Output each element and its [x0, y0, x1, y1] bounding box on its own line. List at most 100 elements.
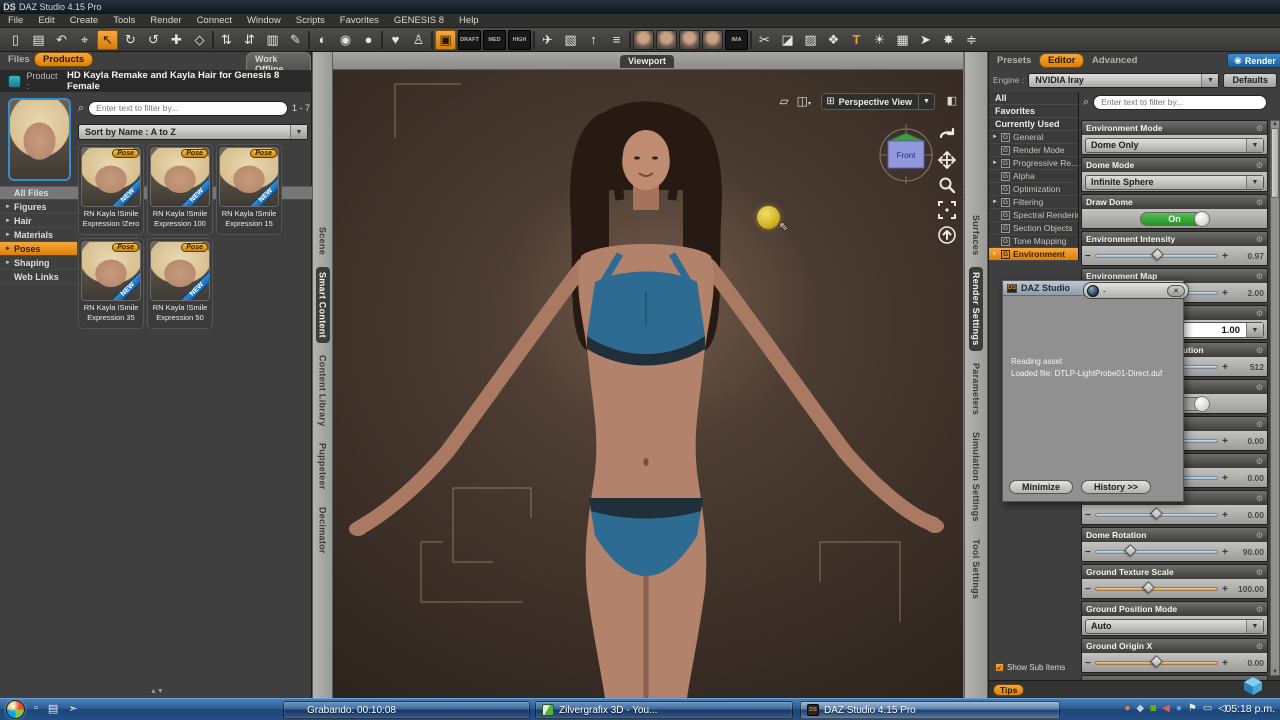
tab-presets[interactable]: Presets [997, 55, 1031, 66]
hand-tool-icon[interactable]: ❖ [823, 30, 844, 50]
high-render-button[interactable]: HIGH [508, 30, 531, 50]
taskbar-button-daz-studio[interactable]: DS DAZ Studio 4.15 Pro [800, 701, 1060, 719]
scale-tool-icon[interactable]: ◇ [189, 30, 210, 50]
gear-icon[interactable]: ⚙ [1256, 235, 1263, 244]
tab-files[interactable]: Files [8, 54, 30, 65]
upload-icon[interactable]: ↑ [583, 30, 604, 50]
shirt-icon[interactable]: T [846, 30, 867, 50]
engine-dropdown[interactable]: NVIDIA Iray ▼ [1028, 73, 1219, 88]
pane-options-icon[interactable]: ◧ [947, 94, 957, 107]
chevron-down-icon[interactable]: ▼ [1246, 323, 1263, 337]
menu-item[interactable]: Create [70, 15, 99, 26]
render-button[interactable]: ◉Render [1227, 53, 1280, 68]
filter-input[interactable] [88, 101, 288, 116]
history-button[interactable]: History >> [1081, 480, 1151, 494]
decrement-button[interactable]: − [1085, 547, 1091, 558]
minimize-button[interactable]: Minimize [1009, 480, 1073, 494]
settings-tree-item[interactable]: ► G Optimization [989, 183, 1078, 196]
content-item-thumbnail[interactable]: Pose NEW ☺ [219, 147, 279, 207]
chevron-down-icon[interactable]: ▼ [1246, 139, 1263, 152]
chevron-down-icon[interactable]: ▼ [918, 94, 934, 109]
slider-handle[interactable] [1151, 248, 1164, 261]
increment-button[interactable]: + [1222, 584, 1228, 595]
chevron-down-icon[interactable]: ▼ [1246, 176, 1263, 189]
settings-filter-input[interactable] [1093, 95, 1267, 110]
create-camera-icon[interactable]: ⌖ [74, 30, 95, 50]
menu-item[interactable]: Window [247, 15, 281, 26]
expand-arrow-icon[interactable]: ► [5, 204, 11, 210]
chevron-down-icon[interactable]: ▼ [1201, 74, 1218, 87]
separator[interactable] [431, 31, 433, 49]
decrement-button[interactable]: − [1085, 584, 1091, 595]
expand-arrow-icon[interactable]: ► [992, 199, 998, 205]
zoom-icon[interactable] [938, 176, 956, 194]
start-button[interactable] [6, 700, 25, 719]
increment-button[interactable]: + [1222, 251, 1228, 262]
dock-tab[interactable]: Scene [316, 222, 330, 260]
separator[interactable] [750, 31, 752, 49]
recording-tray-icon[interactable]: ● [1124, 703, 1130, 714]
environment-map-widget[interactable]: - ✕ [1083, 282, 1189, 299]
dock-tab[interactable]: Surfaces [969, 210, 983, 260]
content-item[interactable]: Pose NEW ☺ RN Kayla !Smile Expression 35 [78, 238, 144, 329]
decrement-button[interactable]: − [1085, 510, 1091, 521]
light-icon[interactable]: ☀ [869, 30, 890, 50]
slider-handle[interactable] [1124, 544, 1137, 557]
sun-icon[interactable]: ✸ [938, 30, 959, 50]
defaults-button[interactable]: Defaults [1223, 73, 1277, 88]
image-editor-icon[interactable]: ▧ [560, 30, 581, 50]
slider-handle[interactable] [1150, 507, 1163, 520]
content-item-thumbnail[interactable]: Pose NEW ☺ [150, 147, 210, 207]
frame-icon[interactable] [938, 201, 956, 219]
decrement-button[interactable]: − [1085, 251, 1091, 262]
separator[interactable] [629, 31, 631, 49]
chevron-down-icon[interactable]: ▼ [1246, 620, 1263, 633]
save-icon[interactable]: ▤ [28, 30, 49, 50]
settings-tree-item[interactable]: ► G Filtering [989, 196, 1078, 209]
sliders-icon[interactable]: ≑ [961, 30, 982, 50]
settings-tree-item[interactable]: ► G Alpha [989, 170, 1078, 183]
settings-tree-item[interactable]: ► G Render Mode [989, 144, 1078, 157]
separator[interactable] [533, 31, 535, 49]
parameter-dropdown[interactable]: Infinite Sphere ▼ [1085, 175, 1264, 190]
increment-button[interactable]: + [1222, 510, 1228, 521]
tab-advanced[interactable]: Advanced [1092, 55, 1137, 66]
portrait-3-icon[interactable] [679, 30, 700, 50]
settings-tree-item[interactable]: ► G Spectral Rendering [989, 209, 1078, 222]
clear-map-button[interactable]: ✕ [1167, 285, 1185, 297]
menu-item[interactable]: Tools [113, 15, 135, 26]
expand-arrow-icon[interactable]: ► [992, 251, 998, 257]
settings-tree-item[interactable]: ► G Progressive Re... [989, 157, 1078, 170]
viewport-tab[interactable]: Viewport [620, 55, 674, 68]
gear-icon[interactable]: ⚙ [1256, 420, 1263, 429]
dock-tab[interactable]: Tool Settings [969, 534, 983, 604]
dock-tab[interactable]: Smart Content [316, 267, 330, 343]
menu-item[interactable]: Edit [38, 15, 54, 26]
scrollbar[interactable]: ▲▼ [1270, 120, 1280, 676]
slider-handle[interactable] [1150, 655, 1163, 668]
clamp-tool-icon[interactable]: ⇅ [216, 30, 237, 50]
gear-icon[interactable]: ⚙ [1256, 124, 1263, 133]
expand-arrow-icon[interactable]: ► [992, 134, 998, 140]
gear-icon[interactable]: ⚙ [1256, 457, 1263, 466]
spray-tool-icon[interactable]: ⇵ [239, 30, 260, 50]
sort-dropdown[interactable]: Sort by Name : A to Z ▼ [78, 124, 308, 140]
undo-icon[interactable]: ↶ [51, 30, 72, 50]
parameter-dropdown[interactable]: Auto ▼ [1085, 619, 1264, 634]
content-item[interactable]: Pose NEW ☺ RN Kayla !Smile Expression 50 [147, 238, 213, 329]
category-item[interactable]: ►Poses [0, 242, 77, 256]
expand-arrow-icon[interactable]: ► [992, 160, 998, 166]
display-tray-icon[interactable]: ▭ [1203, 703, 1212, 714]
antivirus-tray-icon[interactable]: ◆ [1136, 703, 1144, 714]
increment-button[interactable]: + [1222, 436, 1228, 447]
taskbar-button-browser[interactable]: Zilvergrafix 3D - You... [535, 701, 793, 719]
scroll-nub-icon[interactable]: ▲▼ [150, 688, 164, 695]
camera-icon[interactable]: ◉ [335, 30, 356, 50]
toggle-knob[interactable] [1194, 396, 1210, 412]
camera-cube-icon[interactable]: ◫▾ [797, 94, 811, 108]
increment-button[interactable]: + [1222, 473, 1228, 484]
group-item[interactable]: Favorites [989, 105, 1078, 118]
translate-tool-icon[interactable]: ✚ [166, 30, 187, 50]
pan-icon[interactable] [938, 151, 956, 169]
view-cube[interactable]: Front [873, 120, 939, 191]
